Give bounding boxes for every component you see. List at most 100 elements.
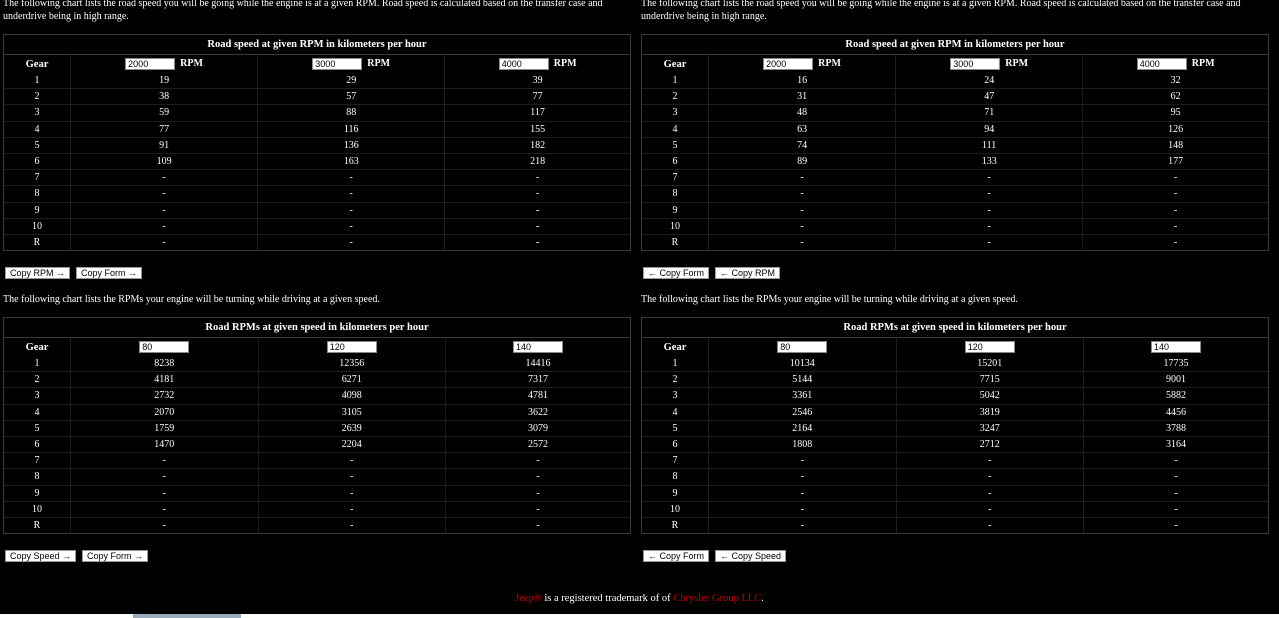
copy-form-button[interactable]: Copy Form → — [76, 267, 143, 279]
copy-speed-button[interactable]: Copy Speed → — [5, 550, 77, 562]
table-row: 10- - - — [4, 501, 630, 518]
speed-input-1[interactable] — [139, 341, 190, 353]
table-row: R--- — [642, 234, 1268, 251]
gear-cell: 3 — [642, 388, 709, 405]
speed-input-1[interactable] — [777, 341, 828, 353]
table-row: 9--- — [4, 202, 630, 219]
rpm-input-1[interactable] — [125, 58, 176, 70]
speed-input-2[interactable] — [326, 341, 377, 353]
copy-rpm-button[interactable]: Copy RPM → — [5, 267, 71, 279]
gear-cell: 7 — [642, 170, 709, 187]
copy-speed-button[interactable]: ← Copy Speed — [715, 550, 787, 562]
rpm-input-1[interactable] — [763, 58, 814, 70]
unit-label: RPM — [818, 58, 841, 70]
table-body: 1 10134 15201 17735 2 5144 7715 9001 3 3361 5042 58… — [642, 356, 1268, 534]
value-cell: - — [536, 519, 540, 531]
table-row: 9--- — [642, 485, 1268, 502]
table-row: 6 1470 2204 2572 — [4, 436, 630, 454]
table-row: 5 1759 2639 3079 — [4, 420, 630, 437]
gear-cell: 6 — [642, 153, 709, 171]
value-cell: - — [896, 202, 1084, 219]
table-row: 8--- — [4, 186, 630, 203]
value-cell: - — [445, 186, 630, 203]
value-cell: 94 — [896, 121, 1084, 138]
value-cell: - — [445, 203, 630, 219]
value-cell: - — [709, 202, 897, 219]
value-cell: 126 — [1083, 122, 1268, 138]
value-cell: 2732 — [71, 388, 259, 405]
value-cell: 2164 — [709, 420, 897, 437]
gear-cell: 1 — [642, 356, 709, 373]
table-row: 9--- — [642, 202, 1268, 219]
chrysler-link[interactable]: Chrysler Group LLC — [673, 593, 761, 604]
table-row: R--- — [4, 517, 630, 534]
table-row: 3 59 88 117 — [4, 105, 630, 122]
value-cell: 109 — [71, 153, 259, 171]
copy-form-button[interactable]: Copy Form → — [82, 550, 149, 562]
value-cell: 3164 — [1084, 437, 1268, 454]
table-row: 10- - - — [4, 218, 630, 235]
table-row: 1 16 24 32 — [642, 73, 1268, 90]
gear-cell: 9 — [4, 485, 71, 502]
value-cell: - — [446, 486, 630, 502]
value-cell: - — [709, 485, 897, 502]
value-cell: 77 — [71, 121, 259, 138]
value-cell: - — [709, 218, 897, 235]
table-row: 8--- — [642, 469, 1268, 486]
table-row: 1 8238 12356 14416 — [4, 356, 630, 373]
table-row: 4 2546 3819 4456 — [642, 404, 1268, 421]
value-cell: 7715 — [896, 372, 1085, 389]
value-cell: - — [445, 170, 630, 187]
horizontal-scrollbar[interactable] — [0, 614, 1279, 618]
value-cell: - — [1084, 453, 1268, 470]
value-cell: 1470 — [71, 436, 259, 454]
jeep-link[interactable]: Jeep® — [515, 593, 542, 604]
value-cell: 1808 — [709, 436, 897, 454]
scrollbar-thumb[interactable] — [133, 614, 241, 618]
speed-input-3[interactable] — [1151, 341, 1202, 353]
value-cell: - — [71, 453, 259, 470]
value-cell: 91 — [71, 137, 259, 154]
value-cell: - — [1174, 519, 1178, 531]
value-cell: - — [258, 501, 447, 518]
value-cell: 5882 — [1084, 388, 1268, 405]
footer: Jeep® is a registered trademark of of Ch… — [0, 593, 1279, 604]
footer-text: is a registered trademark of of — [541, 593, 674, 604]
table-row: 5 74 111 148 — [642, 137, 1268, 154]
value-cell: - — [1083, 170, 1268, 187]
rpm-input-3[interactable] — [1136, 58, 1187, 70]
value-cell: - — [709, 453, 897, 470]
value-cell: 47 — [896, 89, 1084, 106]
gear-cell: 10 — [4, 501, 71, 518]
speed-intro-text: The following chart lists the road speed… — [641, 0, 1241, 22]
value-cell: 3819 — [896, 404, 1085, 421]
value-cell: 2639 — [258, 420, 447, 437]
speed-input-2[interactable] — [964, 341, 1015, 353]
gear-cell: 3 — [4, 388, 71, 405]
left-column: The following chart lists the road speed… — [3, 0, 631, 562]
value-cell: 182 — [445, 138, 630, 154]
button-row: Copy Speed → Copy Form → — [5, 550, 154, 562]
value-cell: 4098 — [258, 388, 447, 405]
value-cell: - — [71, 501, 259, 518]
value-cell: 218 — [445, 154, 630, 171]
speed-input-3[interactable] — [513, 341, 564, 353]
table-row: 10- - - — [642, 501, 1268, 518]
value-cell: 155 — [445, 122, 630, 138]
rpm-input-3[interactable] — [498, 58, 549, 70]
value-cell: - — [258, 485, 447, 502]
rpm-input-2[interactable] — [950, 58, 1001, 70]
value-cell: - — [446, 469, 630, 486]
table-row: R--- — [4, 234, 630, 251]
value-cell: 2546 — [709, 404, 897, 421]
value-cell: 39 — [445, 73, 630, 90]
table-row: 4 2070 3105 3622 — [4, 404, 630, 421]
table-row: 7--- — [4, 453, 630, 470]
copy-form-button[interactable]: ← Copy Form — [643, 550, 710, 562]
value-cell: 38 — [71, 89, 259, 106]
copy-form-button[interactable]: ← Copy Form — [643, 267, 710, 279]
rpm-input-2[interactable] — [312, 58, 363, 70]
value-cell: - — [709, 501, 897, 518]
gear-cell: 7 — [4, 170, 71, 187]
copy-rpm-button[interactable]: ← Copy RPM — [715, 267, 781, 279]
